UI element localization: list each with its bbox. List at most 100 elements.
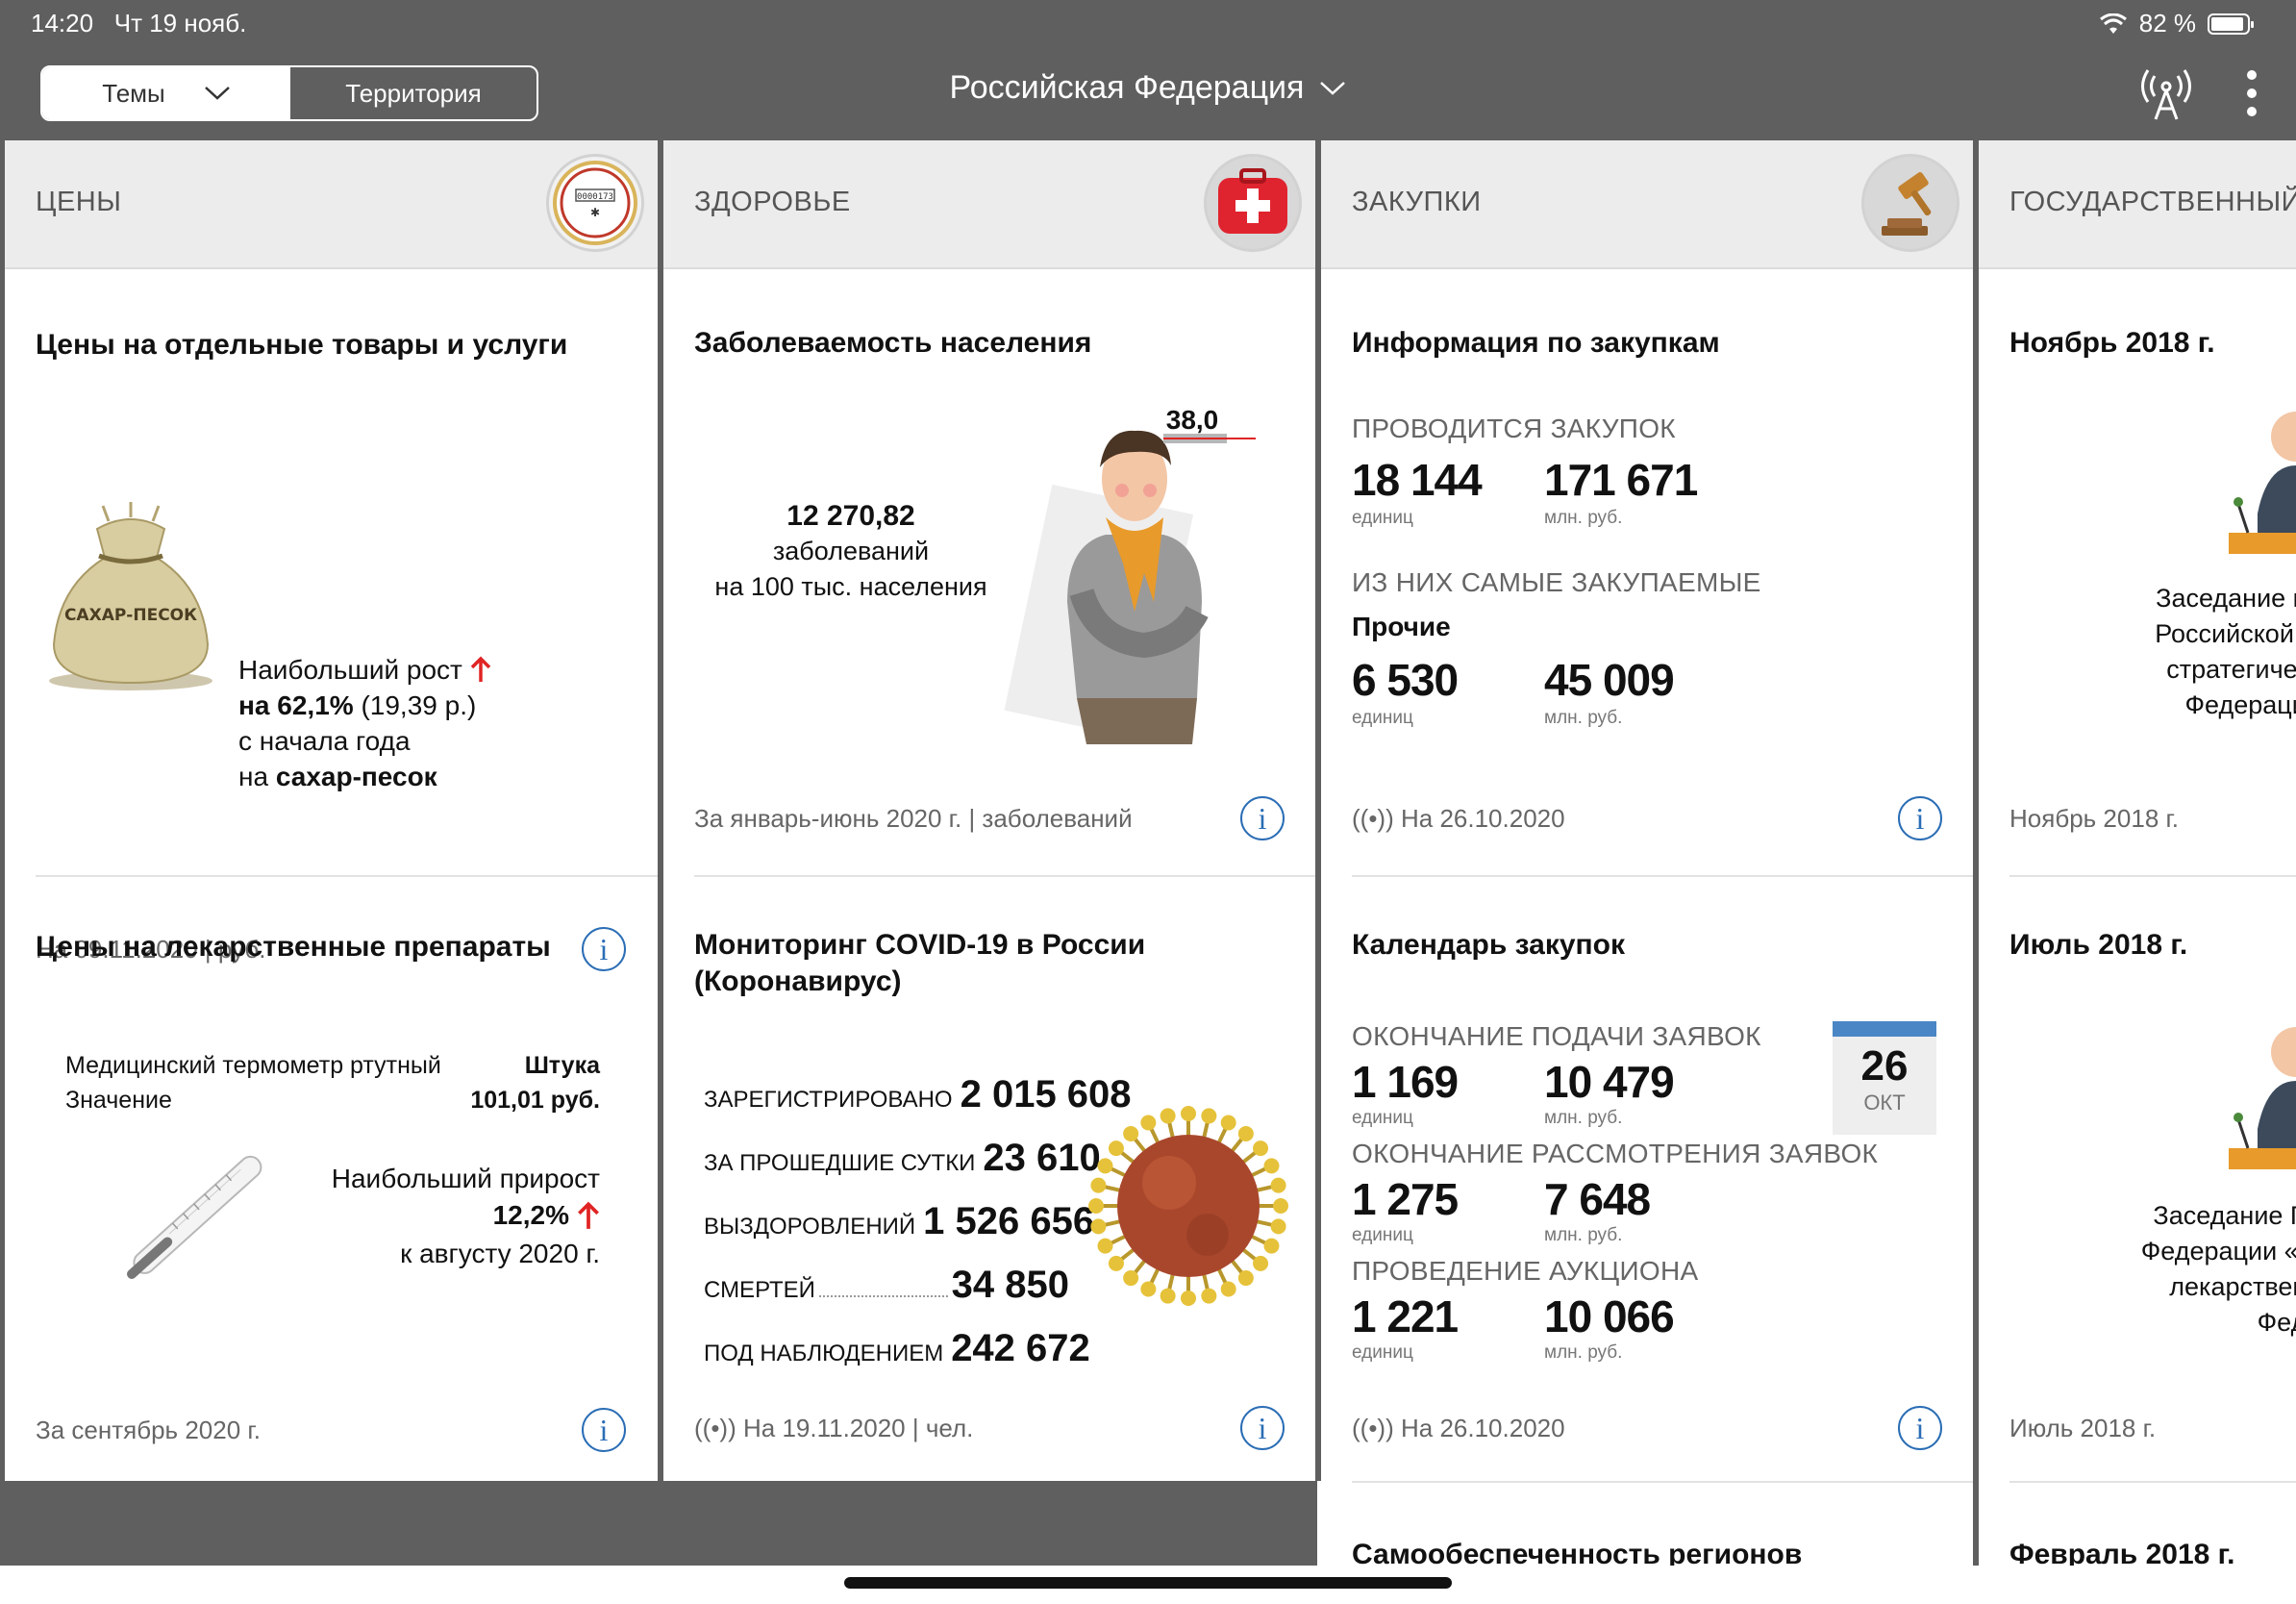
growth-label: Наибольший рост xyxy=(238,655,462,685)
sum-value: 7 648 xyxy=(1544,1174,1651,1224)
card-council-jul-2018[interactable]: Июль 2018 г. Заседание Государстве Федера… xyxy=(1979,877,2296,1481)
morbidity-value: 12 270,82 xyxy=(786,500,915,532)
card-footer: ((•)) На 26.10.2020 xyxy=(1352,1414,1565,1443)
card-title: Мониторинг COVID-19 в России (Коронавиру… xyxy=(694,927,1145,1000)
arrow-up-icon xyxy=(578,1201,599,1229)
growth-abs: (19,39 р.) xyxy=(361,690,477,720)
card-regional-self-sufficiency[interactable]: Самообеспеченность регионов xyxy=(1321,1483,1973,1566)
growth-prefix: на xyxy=(238,690,270,720)
council-text-line: лекарственного обес xyxy=(2169,1272,2296,1301)
sum-unit: млн. руб. xyxy=(1544,508,1623,528)
covid-stat-label: ЗА ПРОШЕДШИЕ СУТКИ xyxy=(704,1150,976,1176)
svg-text:САХАР-ПЕСОК: САХАР-ПЕСОК xyxy=(64,606,197,625)
count-value: 6 530 xyxy=(1352,655,1459,705)
count-value: 18 144 xyxy=(1352,455,1483,505)
info-icon[interactable]: i xyxy=(1240,796,1285,840)
card-council-nov-2018[interactable]: Ноябрь 2018 г. Заседание президиума Росси… xyxy=(1979,269,2296,879)
status-right: 82 % xyxy=(2099,9,2254,38)
count-unit: единиц xyxy=(1352,1342,1413,1363)
card-footer: Ноябрь 2018 г. xyxy=(2009,804,2180,833)
price-growth-text: Наибольший рост на 62,1% (19,39 р.) с на… xyxy=(238,652,491,794)
sick-person-illustration: 38,0 xyxy=(1004,410,1256,744)
card-title: Февраль 2018 г. xyxy=(2009,1539,2235,1566)
calendar-day: 26 xyxy=(1860,1042,1909,1090)
covid-stat-row: ЗА ПРОШЕДШИЕ СУТКИ 23 610 xyxy=(704,1137,1101,1180)
covid-stat-value: 242 672 xyxy=(951,1327,1090,1369)
product-prefix: на xyxy=(238,762,269,791)
drug-item-name: Медицинский термометр ртутный xyxy=(65,1052,441,1079)
council-text-line: стратегических задач xyxy=(2166,655,2296,684)
card-title: Информация по закупкам xyxy=(1352,327,1720,359)
column-header[interactable]: ЗДОРОВЬЕ xyxy=(663,140,1315,269)
card-procurement-calendar[interactable]: Календарь закупок 26 ОКТ ОКОНЧАНИЕ ПОДАЧ… xyxy=(1321,877,1973,1481)
info-icon[interactable]: i xyxy=(1898,1406,1942,1450)
more-options-icon[interactable] xyxy=(2233,63,2271,123)
battery-percent: 82 % xyxy=(2138,9,2196,38)
live-icon: ((•)) xyxy=(1352,804,1394,833)
council-text-line: Федер xyxy=(2257,1308,2296,1337)
covid-stat-value: 34 850 xyxy=(951,1264,1069,1306)
section-label: ОКОНЧАНИЕ ПОДАЧИ ЗАЯВОК xyxy=(1352,1021,1761,1051)
card-footer: За январь-июнь 2020 г. | заболеваний xyxy=(694,804,1133,833)
council-text-line: Заседание президиума xyxy=(2156,584,2296,613)
card-title: Июль 2018 г. xyxy=(2009,929,2188,961)
covid-title-line1: Мониторинг COVID-19 в России xyxy=(694,929,1146,961)
broadcast-icon[interactable] xyxy=(2136,63,2196,123)
footer-text: На 19.11.2020 | чел. xyxy=(742,1414,974,1442)
status-date: Чт 19 нояб. xyxy=(113,9,247,38)
drug-growth-label: Наибольший прирост xyxy=(331,1164,600,1193)
drug-value-label: Значение xyxy=(65,1087,172,1114)
growth-value: 62,1% xyxy=(277,690,354,720)
themes-dropdown[interactable]: Темы xyxy=(42,67,290,119)
territory-tab[interactable]: Территория xyxy=(290,67,537,119)
count-value: 1 169 xyxy=(1352,1057,1459,1107)
card-council-feb-2018[interactable]: Февраль 2018 г. xyxy=(1979,1483,2296,1566)
battery-icon xyxy=(2208,13,2254,35)
column-title: ЦЕНЫ xyxy=(36,187,122,217)
card-covid[interactable]: Мониторинг COVID-19 в России (Коронавиру… xyxy=(663,877,1315,1481)
category-name: Прочие xyxy=(1352,612,1451,641)
coronavirus-icon xyxy=(1088,1106,1288,1306)
column-header[interactable]: ЦЕНЫ 0000173 ✱ xyxy=(5,140,658,269)
column-title: ЗДОРОВЬЕ xyxy=(694,187,851,217)
sum-unit: млн. руб. xyxy=(1544,708,1623,728)
region-selector[interactable]: Российская Федерация xyxy=(950,69,1347,107)
calendar-icon: 26 ОКТ xyxy=(1833,1021,1936,1135)
count-unit: единиц xyxy=(1352,508,1413,528)
drug-growth-row: 12,2% xyxy=(493,1200,600,1231)
home-indicator[interactable] xyxy=(844,1577,1452,1589)
info-icon[interactable]: i xyxy=(1898,796,1942,840)
thermometer-icon xyxy=(127,1155,262,1279)
chevron-down-icon xyxy=(1320,81,1346,95)
card-procurement-info[interactable]: Информация по закупкам ПРОВОДИТСЯ ЗАКУПО… xyxy=(1321,269,1973,879)
count-unit: единиц xyxy=(1352,1108,1413,1128)
council-text: Заседание Государстве Федерации «О повыше… xyxy=(2027,1198,2296,1341)
view-segmented-control: Темы Территория xyxy=(40,65,538,121)
info-icon[interactable]: i xyxy=(582,1408,626,1452)
svg-text:38,0: 38,0 xyxy=(1166,410,1219,435)
arrow-up-icon xyxy=(470,656,490,682)
card-goods-prices[interactable]: Цены на отдельные товары и услуги САХАР-… xyxy=(5,269,658,971)
product-name: сахар-песок xyxy=(275,762,437,791)
section-label: ОКОНЧАНИЕ РАССМОТРЕНИЯ ЗАЯВОК xyxy=(1352,1139,1879,1168)
covid-title-line2: (Коронавирус) xyxy=(694,965,902,997)
covid-stat-row: ЗАРЕГИСТРИРОВАНО 2 015 608 xyxy=(704,1073,1132,1116)
status-time: 14:20 Чт 19 нояб. xyxy=(31,9,246,38)
info-icon[interactable]: i xyxy=(1240,1406,1285,1450)
region-label: Российская Федерация xyxy=(949,69,1305,106)
sugar-bag-icon: САХАР-ПЕСОК xyxy=(49,502,212,690)
column-header[interactable]: ЗАКУПКИ xyxy=(1321,140,1973,269)
covid-stat-label: ЗАРЕГИСТРИРОВАНО xyxy=(704,1087,953,1113)
column-title: ЗАКУПКИ xyxy=(1352,187,1482,217)
card-morbidity[interactable]: Заболеваемость населения 12 270,82 забол… xyxy=(663,269,1315,879)
sum-value: 10 066 xyxy=(1544,1291,1675,1341)
drug-growth-value: 12,2% xyxy=(492,1200,569,1230)
speaker-illustration xyxy=(2229,412,2296,554)
count-value: 1 275 xyxy=(1352,1174,1459,1224)
sum-unit: млн. руб. xyxy=(1544,1342,1623,1363)
column-title: ГОСУДАРСТВЕННЫЙ СОВЕТ xyxy=(2009,187,2296,217)
footer-text: На 26.10.2020 xyxy=(1400,1414,1565,1442)
dotted-leader xyxy=(818,1295,948,1297)
column-header[interactable]: ГОСУДАРСТВЕННЫЙ СОВЕТ xyxy=(1979,140,2296,269)
card-title: Заболеваемость населения xyxy=(694,327,1092,359)
